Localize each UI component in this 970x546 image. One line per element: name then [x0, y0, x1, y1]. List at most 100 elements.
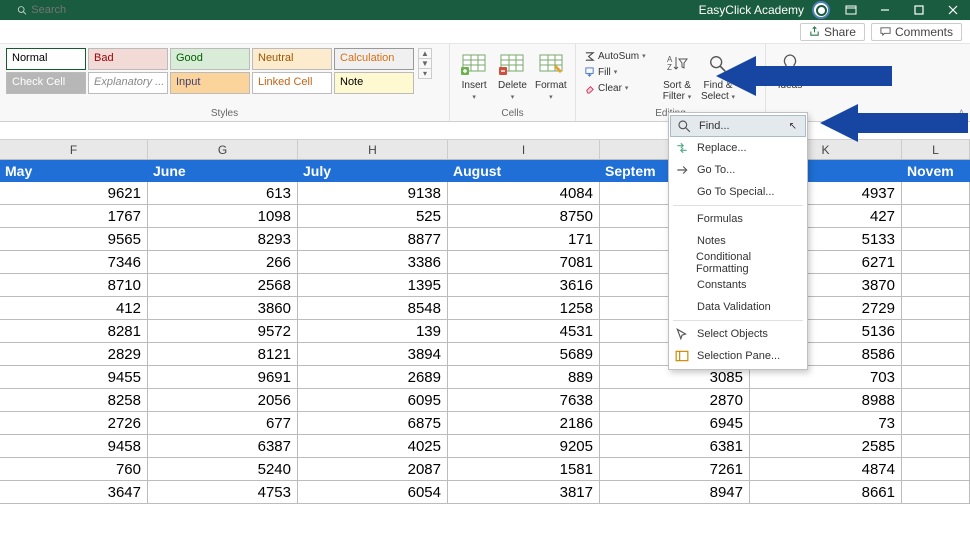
cell[interactable]: 2056	[148, 389, 298, 412]
cell[interactable]: 8988	[750, 389, 902, 412]
cell[interactable]: 8293	[148, 228, 298, 251]
search-input[interactable]	[31, 4, 243, 16]
cell[interactable]: 1395	[298, 274, 448, 297]
cell[interactable]: 139	[298, 320, 448, 343]
cell[interactable]: 412	[0, 297, 148, 320]
search-box[interactable]	[10, 2, 250, 18]
cell[interactable]: 9138	[298, 182, 448, 205]
cell[interactable]	[902, 297, 970, 320]
cell[interactable]: 7081	[448, 251, 600, 274]
menu-notes[interactable]: Notes	[669, 230, 807, 252]
table-row[interactable]: 9455969126898893085703	[0, 366, 970, 389]
cell[interactable]: 8548	[298, 297, 448, 320]
cell[interactable]: 1098	[148, 205, 298, 228]
style-note[interactable]: Note	[334, 72, 414, 94]
cell[interactable]: 8258	[0, 389, 148, 412]
cell[interactable]: 8710	[0, 274, 148, 297]
cell[interactable]: 3616	[448, 274, 600, 297]
cell[interactable]: 525	[298, 205, 448, 228]
cell[interactable]: 9621	[0, 182, 148, 205]
cell[interactable]: 4084	[448, 182, 600, 205]
cell[interactable]: 9458	[0, 435, 148, 458]
cell[interactable]: 2870	[600, 389, 750, 412]
cell[interactable]: 6095	[298, 389, 448, 412]
cell[interactable]: 5240	[148, 458, 298, 481]
table-row[interactable]: 272667768752186694573	[0, 412, 970, 435]
insert-button[interactable]: Insert▾	[456, 48, 492, 104]
table-row[interactable]: 87102568139536163870	[0, 274, 970, 297]
cell[interactable]	[902, 366, 970, 389]
col-header-F[interactable]: F	[0, 140, 148, 159]
table-row[interactable]: 825820566095763828708988	[0, 389, 970, 412]
fill-button[interactable]: Fill ▾	[582, 64, 656, 80]
cell[interactable]: 8877	[298, 228, 448, 251]
cell[interactable]: 2087	[298, 458, 448, 481]
cell[interactable]: 3894	[298, 343, 448, 366]
cell[interactable]: 8947	[600, 481, 750, 504]
cell[interactable]: 6387	[148, 435, 298, 458]
close-button[interactable]	[936, 0, 970, 20]
cell[interactable]	[902, 182, 970, 205]
styles-gallery-more[interactable]: ▲ ▼ ▾	[418, 48, 432, 79]
minimize-button[interactable]	[868, 0, 902, 20]
col-header-H[interactable]: H	[298, 140, 448, 159]
table-row[interactable]: 176710985258750427	[0, 205, 970, 228]
month-july[interactable]: July	[298, 160, 448, 182]
style-input[interactable]: Input	[170, 72, 250, 94]
cell[interactable]: 7638	[448, 389, 600, 412]
cell[interactable]	[902, 251, 970, 274]
style-linked-cell[interactable]: Linked Cell	[252, 72, 332, 94]
cell[interactable]: 5689	[448, 343, 600, 366]
cell[interactable]: 3817	[448, 481, 600, 504]
menu-formulas[interactable]: Formulas	[669, 208, 807, 230]
menu-goto[interactable]: Go To...	[669, 159, 807, 181]
cell[interactable]: 7346	[0, 251, 148, 274]
cell[interactable]: 171	[448, 228, 600, 251]
table-row[interactable]: 282981213894568922778586	[0, 343, 970, 366]
col-header-G[interactable]: G	[148, 140, 298, 159]
cell[interactable]: 9455	[0, 366, 148, 389]
style-normal[interactable]: Normal	[6, 48, 86, 70]
format-button[interactable]: Format▾	[533, 48, 569, 104]
month-header-row[interactable]: May June July August Septem r Novem	[0, 160, 970, 182]
cell[interactable]: 9572	[148, 320, 298, 343]
cell[interactable]: 4753	[148, 481, 298, 504]
menu-conditional-formatting[interactable]: Conditional Formatting	[669, 252, 807, 274]
style-check-cell[interactable]: Check Cell	[6, 72, 86, 94]
cell[interactable]: 1767	[0, 205, 148, 228]
cell[interactable]: 9565	[0, 228, 148, 251]
cell[interactable]: 2726	[0, 412, 148, 435]
cell[interactable]: 6875	[298, 412, 448, 435]
month-november[interactable]: Novem	[902, 160, 970, 182]
cell[interactable]: 266	[148, 251, 298, 274]
cell[interactable]: 2829	[0, 343, 148, 366]
gallery-down-icon[interactable]: ▼	[419, 59, 431, 69]
cell[interactable]: 9691	[148, 366, 298, 389]
cell[interactable]: 8661	[750, 481, 902, 504]
table-row[interactable]: 4123860854812582729	[0, 297, 970, 320]
cell[interactable]: 4025	[298, 435, 448, 458]
menu-data-validation[interactable]: Data Validation	[669, 296, 807, 318]
col-header-I[interactable]: I	[448, 140, 600, 159]
menu-replace[interactable]: Replace...	[669, 137, 807, 159]
cell[interactable]	[902, 481, 970, 504]
style-explanatory[interactable]: Explanatory ...	[88, 72, 168, 94]
table-row[interactable]: 945863874025920563812585	[0, 435, 970, 458]
cell[interactable]	[902, 343, 970, 366]
cell[interactable]: 3386	[298, 251, 448, 274]
cell[interactable]: 8750	[448, 205, 600, 228]
month-may[interactable]: May	[0, 160, 148, 182]
cell[interactable]: 3647	[0, 481, 148, 504]
cell[interactable]: 2689	[298, 366, 448, 389]
cell[interactable]	[902, 320, 970, 343]
table-row[interactable]: 9621613913840844937	[0, 182, 970, 205]
cell[interactable]	[902, 228, 970, 251]
cell[interactable]: 6945	[600, 412, 750, 435]
menu-goto-special[interactable]: Go To Special...	[669, 181, 807, 203]
cell[interactable]: 73	[750, 412, 902, 435]
cell[interactable]: 8121	[148, 343, 298, 366]
cell[interactable]: 2186	[448, 412, 600, 435]
styles-gallery[interactable]: Normal Bad Good Neutral Calculation Chec…	[6, 48, 414, 94]
cell[interactable]: 2585	[750, 435, 902, 458]
data-grid[interactable]: 9621613913840844937176710985258750427956…	[0, 182, 970, 504]
